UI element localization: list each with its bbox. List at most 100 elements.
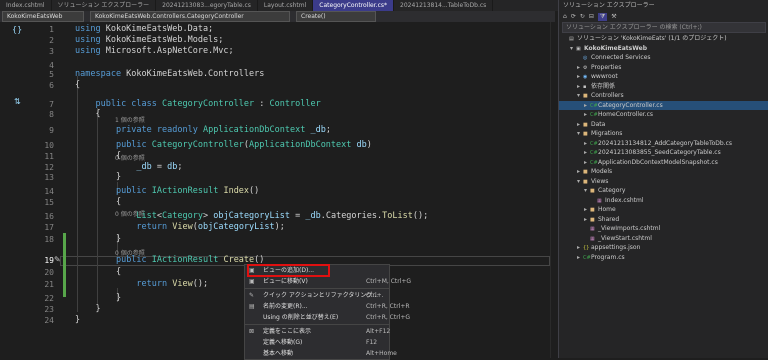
code-line[interactable]: _db = db; (75, 162, 182, 172)
code-line[interactable]: } (75, 234, 121, 244)
tree-item[interactable]: ▦ Index.cshtml (559, 196, 768, 206)
tree-item-label: Views (591, 177, 609, 185)
sync-icon[interactable]: ⟳ (571, 13, 576, 20)
code-line[interactable]: } (75, 293, 121, 303)
tree-item[interactable]: ▸ C#ApplicationDbContextModelSnapshot.cs (559, 158, 768, 168)
tree-item[interactable]: ▸ ◉ wwwroot (559, 72, 768, 82)
class-dropdown[interactable]: KokoKimeEatsWeb.Controllers.CategoryCont… (90, 11, 290, 22)
context-menu-item[interactable]: Using の削除と並び替え(E) Ctrl+R, Ctrl+G (245, 312, 410, 323)
solution-explorer-search[interactable]: ソリューション エクスプローラー の検索 (Ctrl+;) (562, 22, 766, 33)
file-icon: C# (583, 254, 591, 261)
editor-navigation-bar: KokoKimeEatsWeb KokoKimeEatsWeb.Controll… (0, 11, 555, 22)
menu-separator (245, 288, 389, 289)
code-line[interactable]: using KokoKimeEatsWeb.Data; (75, 24, 213, 34)
reference-codelens[interactable]: 1 個の参照 (115, 115, 145, 124)
code-line[interactable]: public CategoryController(ApplicationDbC… (75, 140, 372, 150)
code-line[interactable]: } (75, 304, 100, 314)
code-line[interactable]: { (75, 151, 121, 161)
tree-item[interactable]: ▸ C#Program.cs (559, 253, 768, 263)
tree-item[interactable]: ▸ C#20241213134812_AddCategoryTableToDb.c… (559, 139, 768, 149)
menu-item-shortcut: Ctrl+. (366, 292, 384, 299)
tree-item[interactable]: ▸ ■ Models (559, 167, 768, 177)
code-line[interactable]: { (75, 267, 121, 277)
change-indicator-bar (63, 233, 66, 297)
line-number: 19 (44, 256, 54, 265)
tree-item[interactable]: ▸ C#CategoryController.cs (559, 100, 768, 110)
home-icon[interactable]: ⌂ (563, 13, 567, 20)
context-menu-item[interactable]: ▤ 名前の変更(R)... Ctrl+R, Ctrl+R (245, 301, 410, 312)
menu-item-label: Using の削除と並び替え(E) (263, 314, 339, 321)
code-line[interactable]: public class CategoryController : Contro… (75, 99, 320, 109)
solution-explorer-title: ソリューション エクスプローラー (563, 2, 655, 9)
code-line[interactable]: public IActionResult Create() (75, 255, 264, 265)
line-number: 17 (44, 223, 54, 232)
code-line[interactable]: return View(objCategoryList); (75, 222, 284, 232)
project-dropdown[interactable]: KokoKimeEatsWeb (2, 11, 84, 22)
tab-2[interactable]: 20241213083...egoryTable.cs (156, 0, 258, 11)
context-menu-item[interactable]: ▣ ビューに移動(V) Ctrl+M, Ctrl+G (245, 276, 411, 287)
tree-item[interactable]: ▾ ■ Controllers (559, 91, 768, 101)
tab-4[interactable]: CategoryController.cs* (313, 0, 394, 11)
tree-item[interactable]: ▸ ■ Home (559, 205, 768, 215)
tab-5[interactable]: 20241213814...TableToDb.cs (394, 0, 494, 11)
tree-item[interactable]: ◎ Connected Services (559, 53, 768, 63)
menu-item-shortcut: Ctrl+R, Ctrl+R (366, 303, 410, 310)
tab-0[interactable]: Index.cshtml (0, 0, 52, 11)
tree-item[interactable]: ▾ ■ Category (559, 186, 768, 196)
code-line[interactable]: List<Category> objCategoryList = _db.Cat… (75, 211, 428, 221)
tree-item[interactable]: ▤ ソリューション 'KokoKimeEats' (1/1 のプロジェクト) (559, 34, 768, 44)
menu-item-shortcut: Ctrl+R, Ctrl+G (366, 314, 411, 321)
tree-item-label: Migrations (591, 130, 623, 137)
tree-item[interactable]: ▾ ■ Migrations (559, 129, 768, 139)
context-menu-item[interactable]: ✎ クイック アクションとリファクタリング... Ctrl+. (245, 290, 389, 301)
tree-item[interactable]: ▸ C#HomeController.cs (559, 110, 768, 120)
tree-item-label: wwwroot (591, 73, 618, 80)
code-line[interactable]: } (75, 315, 80, 325)
code-line[interactable]: using Microsoft.AspNetCore.Mvc; (75, 46, 234, 56)
code-line[interactable]: { (75, 109, 100, 119)
tree-item[interactable]: ▸ ■ Shared (559, 215, 768, 225)
line-number: 11 (44, 152, 54, 161)
line-number: 2 (49, 36, 54, 45)
line-number: 13 (44, 173, 54, 182)
code-line[interactable]: return View(); (75, 279, 208, 289)
refresh-icon[interactable]: ↻ (580, 13, 585, 20)
line-number: 21 (44, 280, 54, 289)
tree-item-label: Program.cs (591, 253, 625, 261)
tab-3[interactable]: Layout.cshtml (258, 0, 314, 11)
code-line[interactable]: using KokoKimeEatsWeb.Models; (75, 35, 223, 45)
line-number: 22 (44, 294, 54, 303)
tree-item[interactable]: ▾ ▣ KokoKimeEatsWeb (559, 44, 768, 54)
menu-item-label: 名前の変更(R)... (263, 303, 308, 310)
tree-item[interactable]: ▦ _ViewImports.cshtml (559, 224, 768, 234)
tree-item-label: Home (598, 206, 616, 213)
line-number: 5 (49, 70, 54, 79)
line-number: 16 (44, 212, 54, 221)
context-menu-item[interactable]: 定義へ移動(G) F12 (245, 337, 389, 348)
line-number: 14 (44, 187, 54, 196)
code-line[interactable]: namespace KokoKimeEatsWeb.Controllers (75, 69, 264, 79)
line-number: 10 (44, 141, 54, 150)
code-line[interactable]: } (75, 172, 121, 182)
settings-icon[interactable]: ⚒ (611, 13, 616, 20)
tree-item-label: CategoryController.cs (598, 101, 663, 109)
tree-item[interactable]: ▦ _ViewStart.cshtml (559, 234, 768, 244)
context-menu: ▣ ビューの追加(D)... ▣ ビューに移動(V) Ctrl+M, Ctrl+G ✎ クイ… (244, 264, 411, 360)
code-line[interactable]: public IActionResult Index() (75, 186, 259, 196)
context-menu-item[interactable]: 基本へ移動 Alt+Home (245, 348, 397, 359)
tree-item[interactable]: ▸ ⚙ Properties (559, 63, 768, 73)
tree-item-label: Index.cshtml (605, 196, 644, 204)
collapse-icon[interactable]: ⊟ (589, 13, 594, 20)
filter-icon[interactable]: ⧩ (597, 12, 608, 21)
code-line[interactable]: { (75, 197, 121, 207)
tree-item[interactable]: ▸{} appsettings.json (559, 243, 768, 253)
tree-item[interactable]: ▸ ■ Data (559, 120, 768, 130)
tab-1[interactable]: ソリューション エクスプローラー (52, 0, 157, 11)
tree-item[interactable]: ▾ ■ Views (559, 177, 768, 187)
code-line[interactable]: private readonly ApplicationDbContext _d… (75, 125, 331, 135)
tree-item[interactable]: ▸ C#20241213083855_SeedCategoryTable.cs (559, 148, 768, 158)
tree-item[interactable]: ▸ ▪ 依存関係 (559, 82, 768, 92)
member-dropdown[interactable]: Create() (296, 11, 376, 22)
code-line[interactable]: { (75, 80, 80, 90)
context-menu-item[interactable]: ⊠ 定義をここに表示 Alt+F12 (245, 326, 390, 337)
